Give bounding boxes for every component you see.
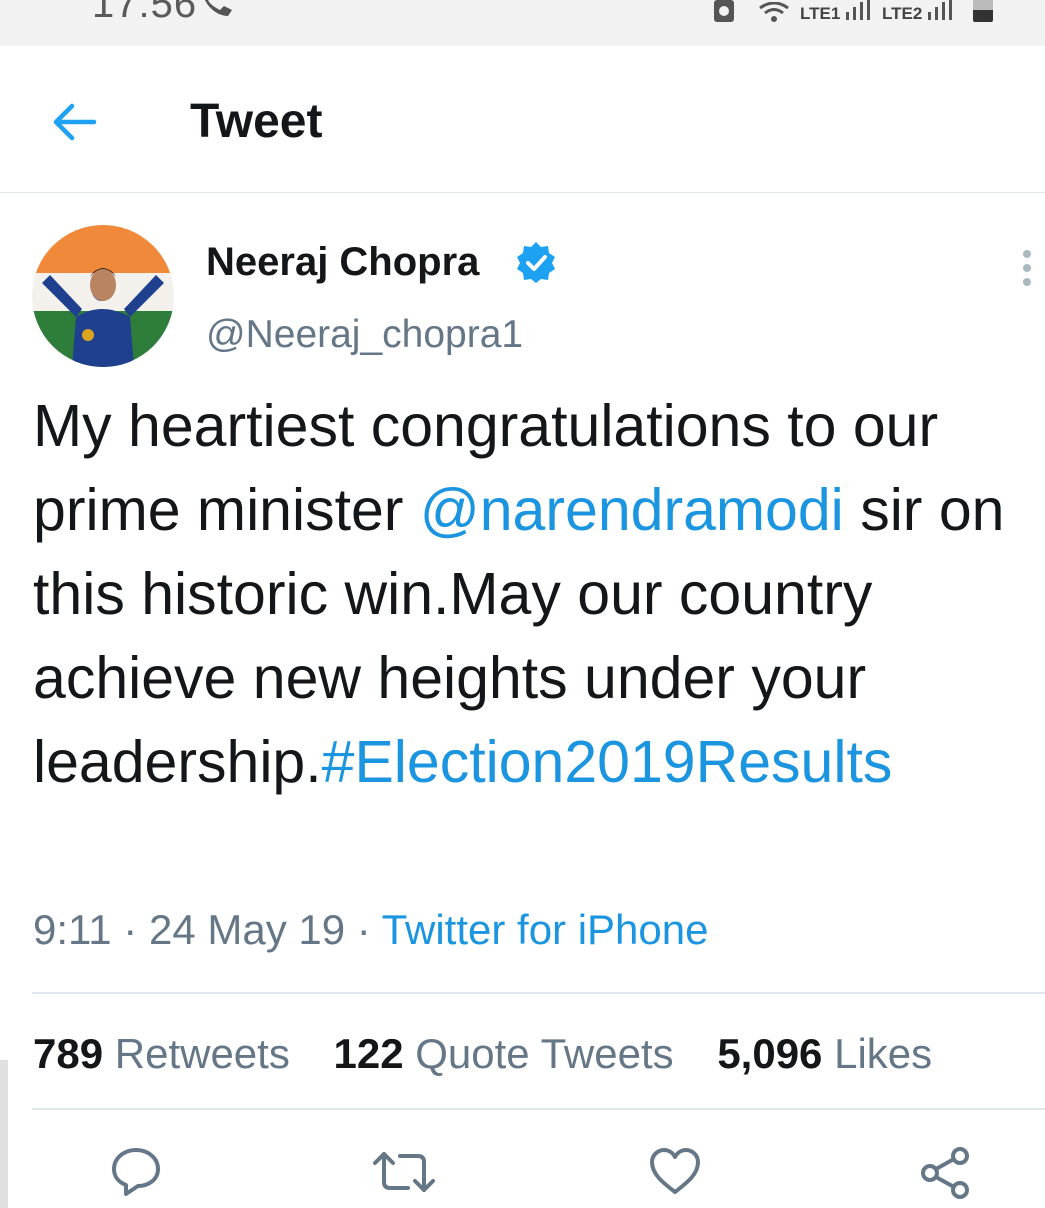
- retweets-stat[interactable]: 789 Retweets: [33, 1030, 290, 1077]
- more-options-icon[interactable]: [1014, 248, 1040, 288]
- meta-separator: ·: [345, 906, 382, 953]
- verified-badge-icon: [517, 242, 555, 283]
- tweet-time: 9:11: [33, 906, 112, 953]
- avatar-image: [32, 225, 174, 367]
- lte1-label: LTE1: [800, 4, 841, 23]
- avatar[interactable]: [32, 225, 174, 367]
- likes-label: Likes: [834, 1030, 933, 1077]
- reply-icon[interactable]: [110, 1146, 162, 1198]
- tweet-actions: [0, 1140, 1045, 1208]
- back-arrow-icon[interactable]: [50, 102, 98, 142]
- status-bar: 17:56 LTE1 LTE2: [0, 0, 1045, 46]
- call-icon: [204, 0, 232, 16]
- quotes-count: 122: [333, 1030, 404, 1077]
- mention-link[interactable]: @narendramodi: [420, 477, 844, 543]
- tweet-date: 24 May 19: [148, 906, 346, 953]
- retweet-icon[interactable]: [372, 1146, 436, 1198]
- tweet-stats: 789 Retweets 122 Quote Tweets 5,096 Like…: [33, 1030, 964, 1078]
- divider: [32, 992, 1045, 994]
- share-icon[interactable]: [918, 1146, 972, 1200]
- divider: [32, 1108, 1045, 1110]
- retweets-label: Retweets: [114, 1030, 290, 1077]
- author-name[interactable]: Neeraj Chopra: [206, 240, 479, 285]
- meta-separator: ·: [111, 906, 149, 953]
- likes-count: 5,096: [717, 1030, 823, 1077]
- tweet-meta: 9:11 · 24 May 19 · Twitter for iPhone: [33, 906, 708, 954]
- tweet-source-link[interactable]: Twitter for iPhone: [382, 906, 709, 953]
- hashtag-link[interactable]: #Election2019Results: [322, 729, 893, 795]
- wifi-icon: [759, 2, 789, 22]
- battery-icon: [973, 0, 993, 22]
- tweet-text: My heartiest congratulations to our prim…: [33, 384, 1038, 804]
- signal-2-icon: [928, 0, 952, 20]
- lte2-label: LTE2: [882, 4, 923, 23]
- quotes-label: Quote Tweets: [415, 1030, 674, 1077]
- top-bar: Tweet: [0, 46, 1045, 193]
- status-time: 17:56: [92, 0, 198, 26]
- sim-icon: [714, 0, 734, 22]
- signal-1-icon: [846, 0, 870, 20]
- author-handle[interactable]: @Neeraj_chopra1: [206, 313, 523, 357]
- page-title: Tweet: [190, 95, 323, 148]
- likes-stat[interactable]: 5,096 Likes: [717, 1030, 932, 1077]
- retweets-count: 789: [33, 1030, 104, 1077]
- quote-tweets-stat[interactable]: 122 Quote Tweets: [334, 1030, 674, 1077]
- like-icon[interactable]: [648, 1146, 702, 1198]
